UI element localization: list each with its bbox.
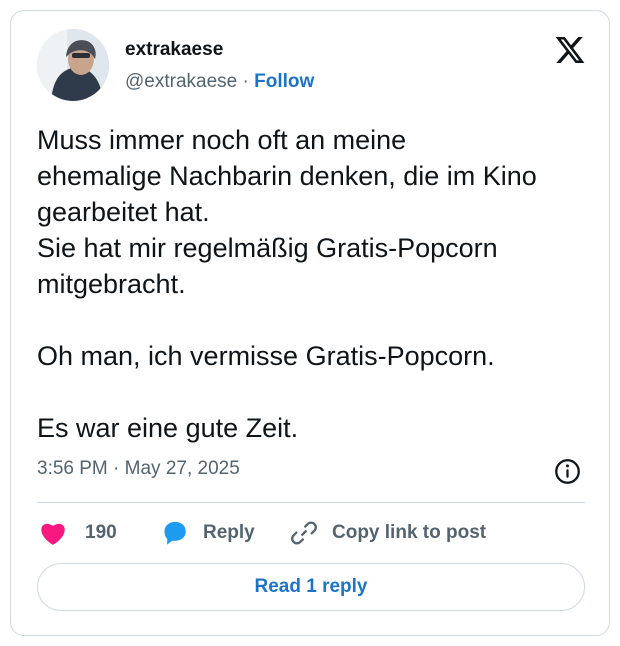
like-button[interactable]: 190 <box>39 516 117 550</box>
heart-icon <box>41 523 65 545</box>
tweet-timestamp[interactable]: 3:56 PM · May 27, 2025 <box>37 458 240 480</box>
divider <box>37 502 585 503</box>
author-handle[interactable]: @extrakaese <box>125 71 237 92</box>
author-handle-line: @extrakaese · Follow <box>125 71 314 93</box>
x-logo-icon[interactable] <box>554 34 586 66</box>
link-icon <box>291 521 317 545</box>
tweet-text: Muss immer noch oft an meine ehemalige N… <box>37 125 537 443</box>
copy-link-button[interactable]: Copy link to post <box>290 516 486 550</box>
tweet-card: extrakaese @extrakaese · Follow Muss imm… <box>10 10 610 636</box>
reply-label: Reply <box>203 522 255 543</box>
author-display-name[interactable]: extrakaese <box>125 39 223 61</box>
read-replies-button[interactable]: Read 1 reply <box>37 563 585 611</box>
copy-link-label: Copy link to post <box>332 522 487 543</box>
info-icon[interactable] <box>554 458 581 485</box>
reply-button[interactable]: Reply <box>161 516 255 550</box>
speech-bubble-icon <box>164 521 186 545</box>
like-count: 190 <box>85 522 117 543</box>
avatar-photo <box>37 29 109 101</box>
avatar[interactable] <box>37 29 109 101</box>
follow-button[interactable]: Follow <box>254 71 314 92</box>
handle-separator: · <box>237 71 255 92</box>
read-replies-label: Read 1 reply <box>254 576 368 597</box>
